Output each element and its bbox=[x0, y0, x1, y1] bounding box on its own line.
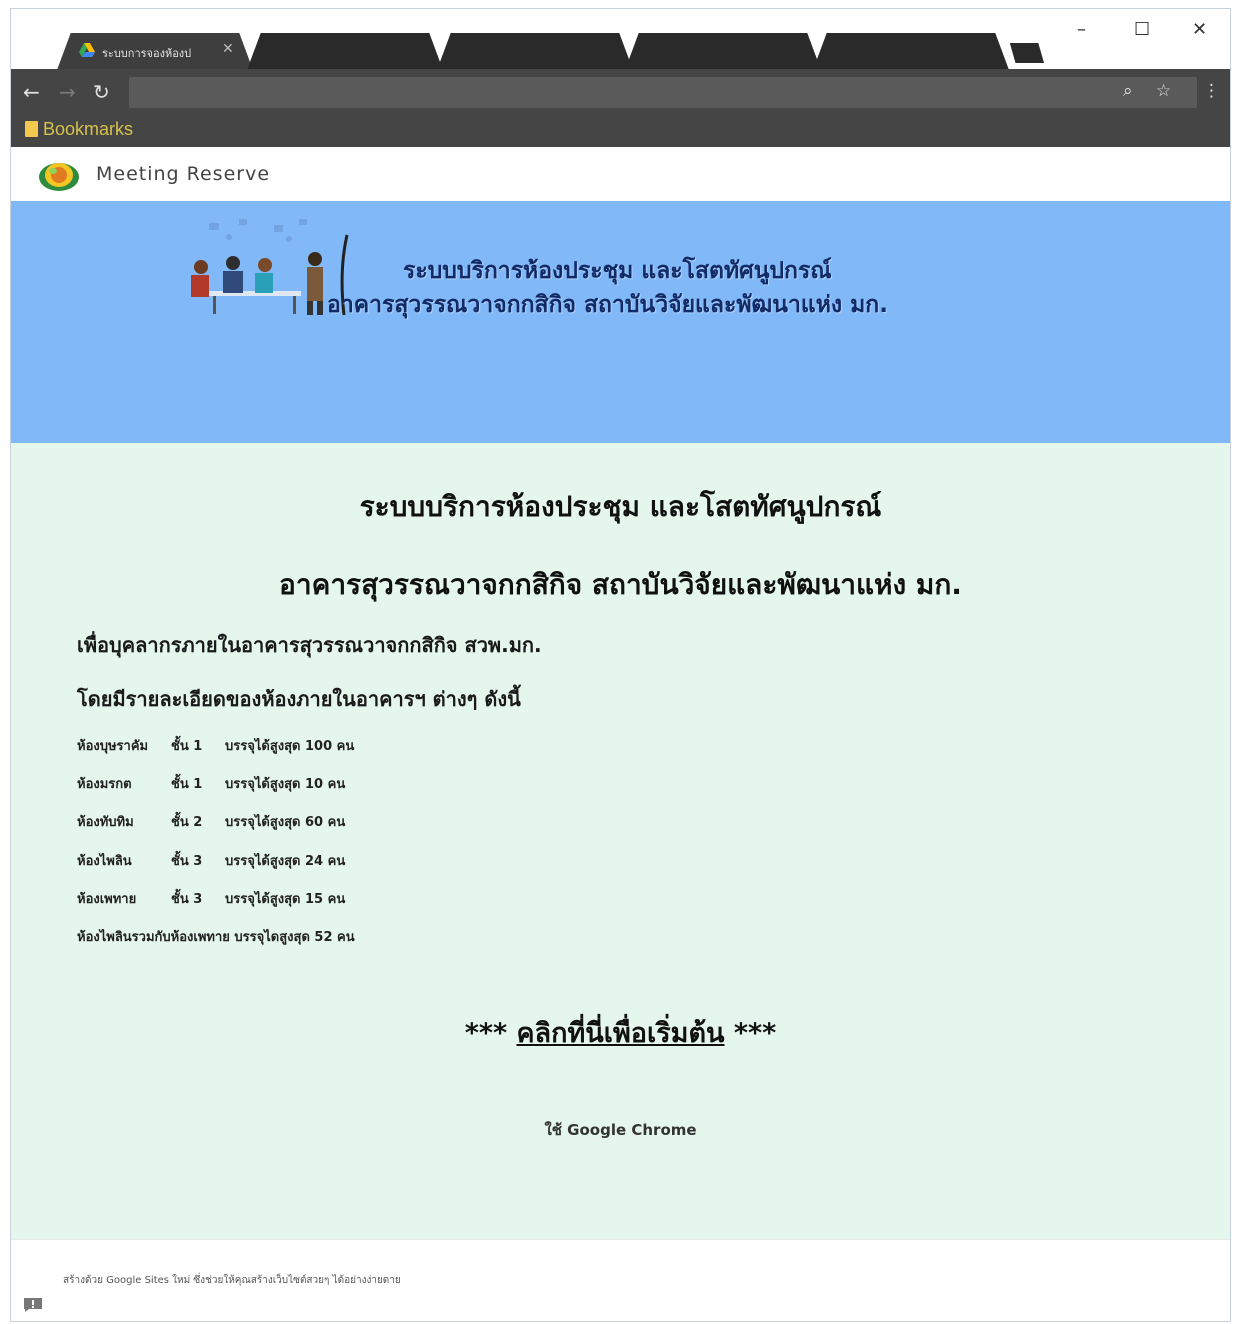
minimize-icon[interactable]: – bbox=[1077, 19, 1086, 40]
site-name[interactable]: Meeting Reserve bbox=[96, 163, 270, 185]
bookmark-star-icon[interactable]: ☆ bbox=[1156, 81, 1171, 101]
intro-line1: เพื่อบุคลากรภายในอาคารสุวรรณวาจกกสิกิจ ส… bbox=[77, 633, 542, 657]
tab-title: ระบบการจองห้องป bbox=[102, 47, 192, 60]
tab-inactive[interactable] bbox=[813, 33, 1009, 70]
room-row: ห้องบุษราคัม ชั้น 1 บรรจุได้สูงสุด 100 คน bbox=[77, 735, 354, 756]
close-tab-icon[interactable]: ✕ bbox=[222, 41, 234, 57]
room-name: ห้องมรกต bbox=[77, 777, 132, 792]
banner-title-line2: อาคารสุวรรณวาจกกสิกิจ สถาบันวิจัยและพัฒน… bbox=[327, 292, 888, 318]
room-row: ห้องไพลิน ชั้น 3 บรรจุได้สูงสุด 24 คน bbox=[77, 850, 345, 871]
intro-line2: โดยมีรายละเอียดของห้องภายในอาคารฯ ต่างๆ … bbox=[77, 687, 521, 711]
folder-icon bbox=[25, 121, 38, 137]
close-window-icon[interactable]: ✕ bbox=[1192, 19, 1207, 40]
room-floor: ชั้น 1 bbox=[171, 739, 203, 754]
room-name: ห้องบุษราคัม bbox=[77, 739, 149, 754]
bookmarks-label[interactable]: Bookmarks bbox=[43, 119, 133, 140]
new-tab-button[interactable] bbox=[1009, 43, 1044, 63]
title-bar: ระบบการจองห้องป ✕ – ☐ ✕ bbox=[11, 9, 1230, 70]
menu-icon[interactable]: ⋮ bbox=[1203, 81, 1220, 101]
room-name: ห้องไพลิน bbox=[77, 854, 132, 869]
tab-inactive[interactable] bbox=[247, 33, 443, 70]
banner: ระบบบริการห้องประชุม และโสตทัศนูปกรณ์ อา… bbox=[11, 201, 1230, 443]
browser-window: ระบบการจองห้องป ✕ – ☐ ✕ ← → ↻ ⌕ ☆ ⋮ Book… bbox=[10, 8, 1231, 1322]
room-floor: ชั้น 3 bbox=[171, 854, 203, 869]
room-row: ห้องทับทิม ชั้น 2 บรรจุได้สูงสุด 60 คน bbox=[77, 811, 345, 832]
start-cta: *** คลิกที่นี่เพื่อเริ่มต้น *** bbox=[11, 1011, 1230, 1054]
room-name: ห้องทับทิม bbox=[77, 815, 134, 830]
combined-room-note: ห้องไพลินรวมกับห้องเพทาย บรรจุไดสูงสุด 5… bbox=[77, 930, 355, 945]
banner-title-line1: ระบบบริการห้องประชุม และโสตทัศนูปกรณ์ bbox=[403, 258, 832, 284]
zoom-icon[interactable]: ⌕ bbox=[1123, 81, 1133, 101]
site-logo-icon[interactable] bbox=[37, 157, 81, 193]
room-floor: ชั้น 2 bbox=[171, 815, 203, 830]
room-name: ห้องเพทาย bbox=[77, 892, 137, 907]
start-link[interactable]: คลิกที่นี่เพื่อเริ่มต้น bbox=[517, 1018, 725, 1049]
main-title-line1: ระบบบริการห้องประชุม และโสตทัศนูปกรณ์ bbox=[359, 490, 882, 523]
site-header: Meeting Reserve bbox=[11, 147, 1230, 201]
room-capacity: บรรจุได้สูงสุด 24 คน bbox=[225, 854, 346, 869]
room-capacity: บรรจุได้สูงสุด 15 คน bbox=[225, 892, 346, 907]
room-row: ห้องมรกต ชั้น 1 บรรจุได้สูงสุด 10 คน bbox=[77, 773, 345, 794]
tab-inactive[interactable] bbox=[437, 33, 633, 70]
footer-text: สร้างด้วย Google Sites ใหม่ ซึ่งช่วยให้ค… bbox=[63, 1275, 401, 1286]
browser-note: ใช้ Google Chrome bbox=[544, 1121, 697, 1139]
site-footer: สร้างด้วย Google Sites ใหม่ ซึ่งช่วยให้ค… bbox=[11, 1239, 1230, 1321]
cta-prefix: *** bbox=[464, 1018, 508, 1049]
back-arrow-icon[interactable]: ← bbox=[23, 80, 40, 104]
report-abuse-icon[interactable] bbox=[23, 1297, 43, 1313]
google-drive-icon bbox=[79, 43, 95, 57]
browser-toolbar: ← → ↻ ⌕ ☆ ⋮ Bookmarks bbox=[11, 69, 1230, 147]
main-content: ระบบบริการห้องประชุม และโสตทัศนูปกรณ์ อา… bbox=[11, 443, 1230, 1239]
cta-suffix: *** bbox=[733, 1018, 777, 1049]
main-title-line2: อาคารสุวรรณวาจกกสิกิจ สถาบันวิจัยและพัฒน… bbox=[279, 568, 962, 601]
reload-icon[interactable]: ↻ bbox=[93, 80, 110, 104]
room-row: ห้องเพทาย ชั้น 3 บรรจุได้สูงสุด 15 คน bbox=[77, 888, 345, 909]
room-floor: ชั้น 3 bbox=[171, 892, 203, 907]
tab-inactive[interactable] bbox=[625, 33, 821, 70]
room-capacity: บรรจุได้สูงสุด 100 คน bbox=[225, 739, 355, 754]
room-capacity: บรรจุได้สูงสุด 60 คน bbox=[225, 815, 346, 830]
address-bar[interactable] bbox=[129, 77, 1197, 108]
tab-active[interactable]: ระบบการจองห้องป ✕ bbox=[57, 33, 253, 70]
forward-arrow-icon[interactable]: → bbox=[59, 80, 76, 104]
maximize-icon[interactable]: ☐ bbox=[1134, 19, 1150, 40]
bookmarks-bar[interactable]: Bookmarks bbox=[25, 118, 133, 140]
room-floor: ชั้น 1 bbox=[171, 777, 203, 792]
room-capacity: บรรจุได้สูงสุด 10 คน bbox=[225, 777, 346, 792]
